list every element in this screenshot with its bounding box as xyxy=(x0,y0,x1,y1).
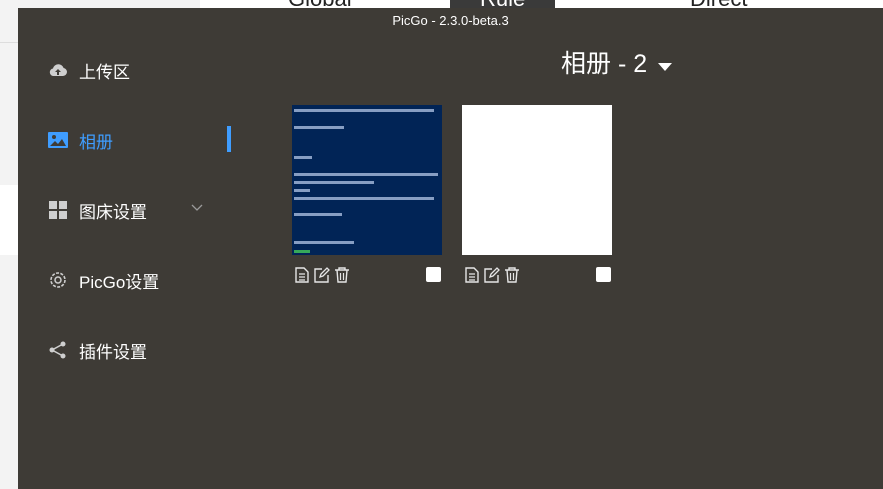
edit-icon[interactable] xyxy=(482,265,502,285)
background-divider xyxy=(0,42,18,43)
sidebar-item-label: PicGo设置 xyxy=(79,272,160,292)
background-tab-rule: Rule xyxy=(450,0,556,8)
grid-icon xyxy=(48,200,68,220)
album-image-thumbnail[interactable] xyxy=(292,105,442,255)
terminal-text-line xyxy=(294,109,434,112)
window-title: PicGo - 2.3.0-beta.3 xyxy=(392,13,509,28)
sidebar-item-label: 图床设置 xyxy=(79,202,147,222)
background-tab-global: Global xyxy=(288,0,352,8)
chevron-down-icon[interactable] xyxy=(190,200,204,218)
album-image-thumbnail[interactable] xyxy=(462,105,612,255)
copy-link-icon[interactable] xyxy=(292,265,312,285)
active-indicator xyxy=(227,126,231,152)
select-image-checkbox[interactable] xyxy=(426,267,441,282)
delete-icon[interactable] xyxy=(332,265,352,285)
sidebar-item-label: 上传区 xyxy=(79,62,130,82)
background-panel xyxy=(0,185,18,255)
picgo-window: PicGo - 2.3.0-beta.3 上传区 相册 图床设置 PicGo设置… xyxy=(18,8,883,489)
delete-icon[interactable] xyxy=(502,265,522,285)
terminal-text-line xyxy=(294,213,342,216)
terminal-text-line xyxy=(294,126,344,129)
background-tab-direct: Direct xyxy=(690,0,747,8)
terminal-text-line xyxy=(294,156,312,159)
share-icon xyxy=(48,340,68,360)
album-title-dropdown[interactable]: 相册 - 2 xyxy=(561,48,673,80)
album-title: 相册 - 2 xyxy=(561,50,648,78)
image-actions xyxy=(462,265,522,285)
terminal-text-line xyxy=(294,241,354,244)
cloud-upload-icon xyxy=(48,60,68,80)
terminal-text-line xyxy=(294,189,310,192)
background-tab-bar: Global Rule Direct xyxy=(200,0,883,8)
select-image-checkbox[interactable] xyxy=(596,267,611,282)
sidebar-item-picbed-settings[interactable]: 图床设置 xyxy=(48,195,147,225)
sidebar-item-label: 相册 xyxy=(79,132,113,152)
edit-icon[interactable] xyxy=(312,265,332,285)
terminal-text-line xyxy=(294,250,310,253)
terminal-text-line xyxy=(294,181,374,184)
image-icon xyxy=(48,130,68,150)
terminal-text-line xyxy=(294,173,438,176)
image-actions xyxy=(292,265,352,285)
terminal-text-line xyxy=(294,197,434,200)
sidebar-item-picgo-settings[interactable]: PicGo设置 xyxy=(48,265,159,295)
sidebar-item-plugin-settings[interactable]: 插件设置 xyxy=(48,335,147,365)
sidebar-item-label: 插件设置 xyxy=(79,342,147,362)
caret-down-icon xyxy=(657,48,673,80)
copy-link-icon[interactable] xyxy=(462,265,482,285)
sidebar-item-album[interactable]: 相册 xyxy=(48,125,113,155)
gear-icon xyxy=(48,270,68,290)
sidebar-item-upload[interactable]: 上传区 xyxy=(48,55,130,85)
